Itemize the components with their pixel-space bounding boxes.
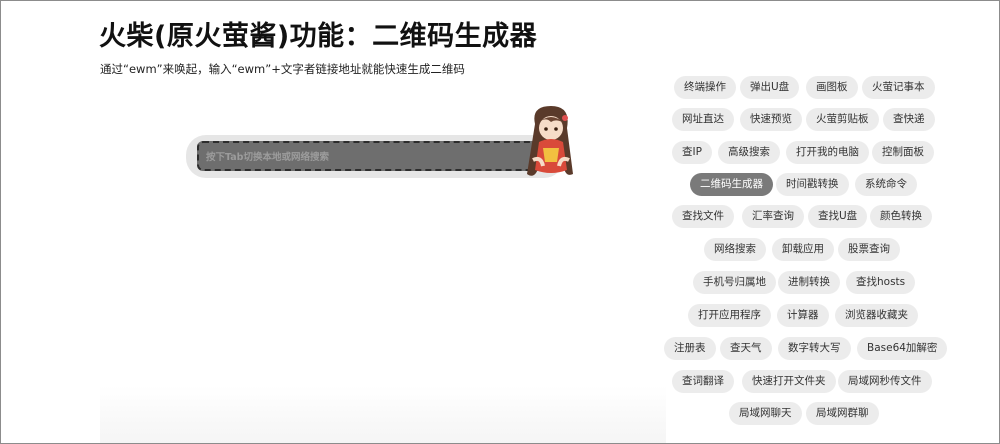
tag-item[interactable]: 时间戳转换 — [776, 173, 849, 196]
tag-item[interactable]: 快速打开文件夹 — [742, 370, 836, 393]
tag-item[interactable]: 查快递 — [883, 108, 935, 131]
tag-item[interactable]: 火萤剪贴板 — [806, 108, 879, 131]
tag-item[interactable]: 控制面板 — [872, 141, 934, 164]
tag-item[interactable]: 数字转大写 — [778, 337, 851, 360]
tag-item[interactable]: 局域网秒传文件 — [838, 370, 932, 393]
tag-item[interactable]: 查找文件 — [672, 205, 734, 228]
tag-item[interactable]: 查找U盘 — [808, 205, 868, 228]
tag-item[interactable]: 局域网聊天 — [729, 402, 802, 425]
tag-item-active[interactable]: 二维码生成器 — [690, 173, 773, 196]
tag-item[interactable]: 弹出U盘 — [740, 76, 800, 99]
tag-item[interactable]: 浏览器收藏夹 — [835, 304, 918, 327]
search-placeholder: 按下Tab切换本地或网络搜索 — [206, 152, 329, 163]
tag-item[interactable]: 高级搜索 — [718, 141, 780, 164]
mascot-avatar — [527, 106, 573, 176]
tag-item[interactable]: 颜色转换 — [870, 205, 932, 228]
page-title: 火柴(原火萤酱)功能：二维码生成器 — [99, 21, 538, 52]
tag-item[interactable]: 计算器 — [777, 304, 829, 327]
tag-item[interactable]: 网址直达 — [672, 108, 734, 131]
tag-item[interactable]: 卸载应用 — [772, 238, 834, 261]
tag-item[interactable]: 查天气 — [720, 337, 772, 360]
tag-item[interactable]: 手机号归属地 — [693, 271, 776, 294]
tag-item[interactable]: 系统命令 — [855, 173, 917, 196]
tag-item[interactable]: Base64加解密 — [857, 337, 948, 360]
tag-item[interactable]: 打开应用程序 — [688, 304, 771, 327]
tag-item[interactable]: 注册表 — [664, 337, 716, 360]
page-subtitle: 通过“ewm”来唤起，输入“ewm”+文字者链接地址就能快速生成二维码 — [100, 62, 465, 76]
tag-item[interactable]: 打开我的电脑 — [786, 141, 869, 164]
tag-item[interactable]: 进制转换 — [778, 271, 840, 294]
tag-item[interactable]: 网络搜索 — [704, 238, 766, 261]
tag-item[interactable]: 局域网群聊 — [806, 402, 879, 425]
content-area-bottom — [100, 386, 666, 443]
tag-item[interactable]: 画图板 — [806, 76, 858, 99]
tag-item[interactable]: 股票查询 — [838, 238, 900, 261]
tag-item[interactable]: 查找hosts — [846, 271, 916, 294]
tag-item[interactable]: 汇率查询 — [742, 205, 804, 228]
tag-item[interactable]: 快速预览 — [740, 108, 802, 131]
tag-item[interactable]: 火萤记事本 — [862, 76, 935, 99]
tag-item[interactable]: 查IP — [672, 141, 712, 164]
tag-item[interactable]: 查词翻译 — [672, 370, 734, 393]
tag-item[interactable]: 终端操作 — [674, 76, 736, 99]
